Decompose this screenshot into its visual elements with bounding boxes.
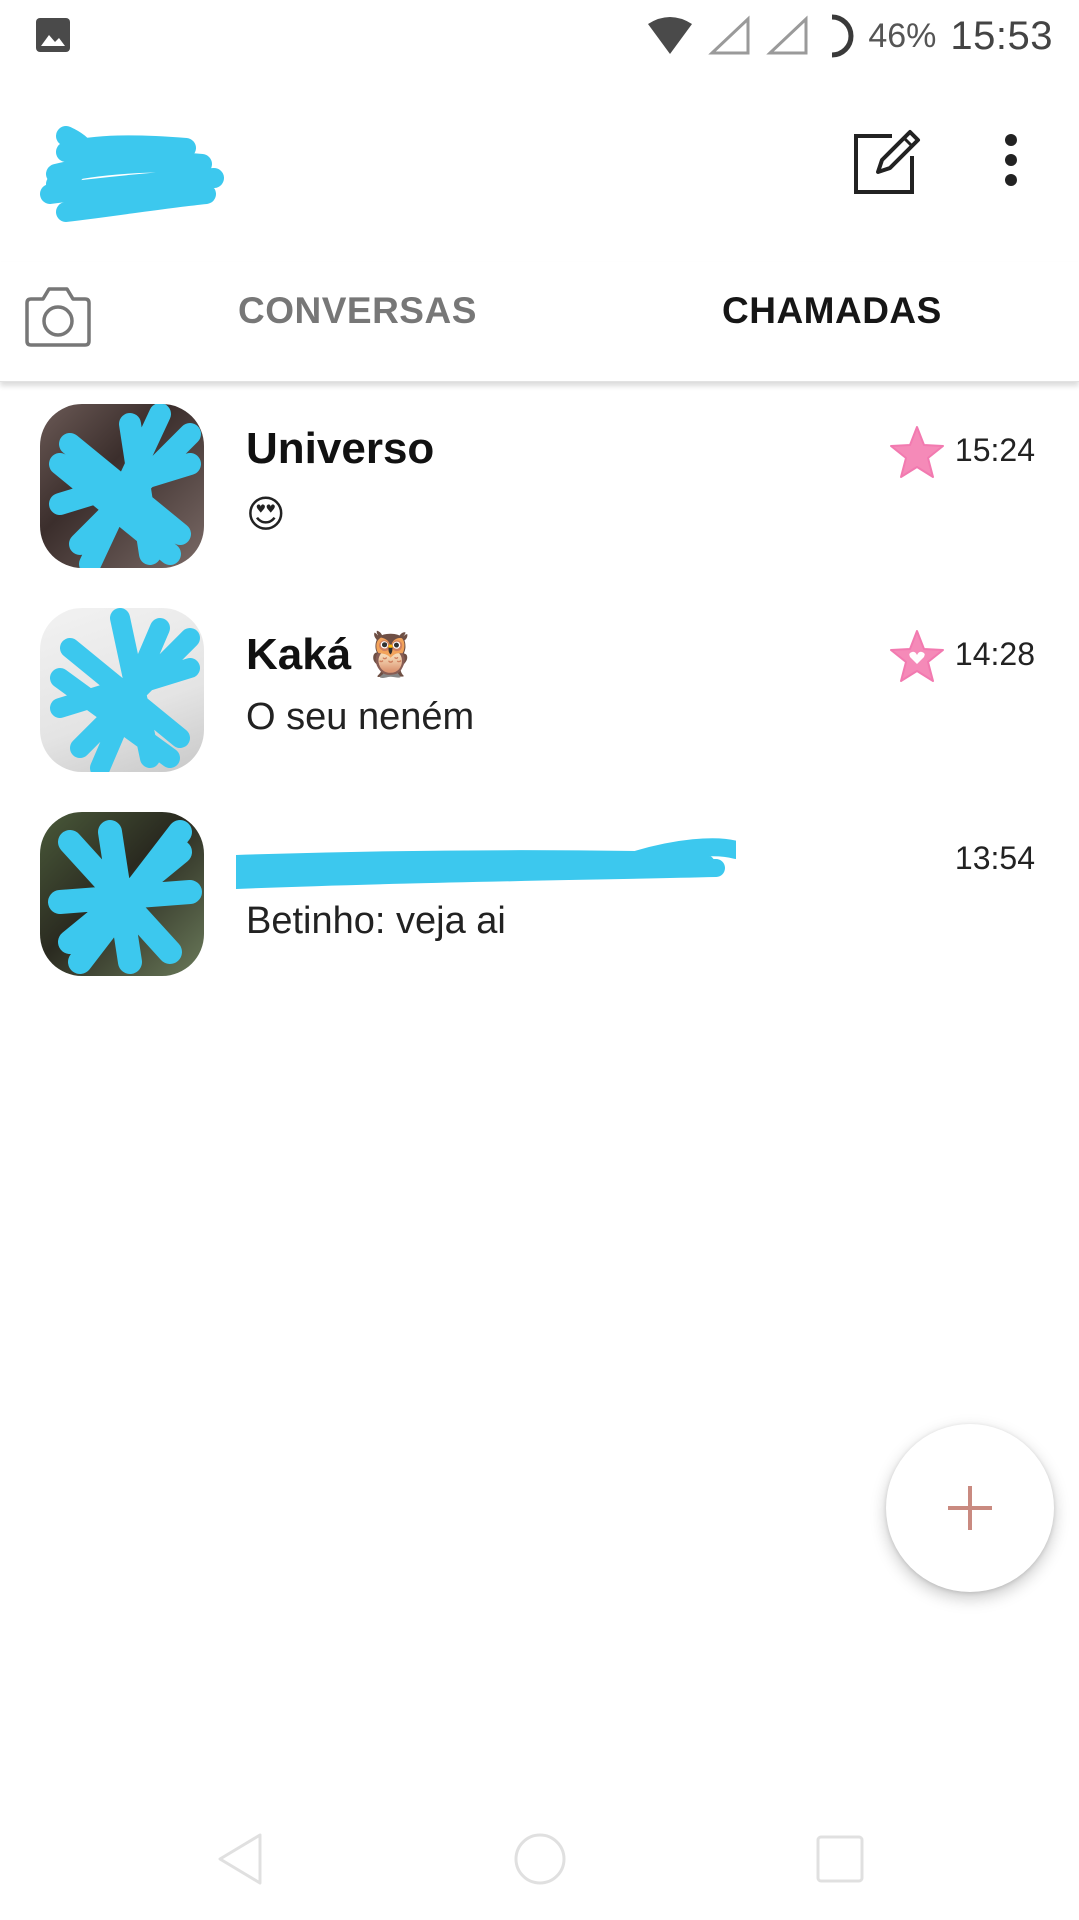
avatar	[40, 608, 204, 772]
signal-icon	[708, 15, 750, 55]
chat-name: Kaká 🦉	[246, 630, 419, 679]
avatar	[40, 404, 204, 568]
chat-time: 13:54	[954, 840, 1035, 876]
avatar-redaction	[48, 820, 202, 974]
star-icon	[890, 426, 944, 478]
name-redaction	[236, 838, 736, 889]
chat-item-kaka[interactable]: Kaká 🦉 O seu neném 14:28	[0, 608, 1079, 808]
home-button[interactable]	[500, 1824, 580, 1894]
recents-button[interactable]	[800, 1824, 880, 1894]
chat-time: 15:24	[954, 432, 1035, 468]
navigation-bar	[0, 1800, 1079, 1920]
app-title-redacted	[40, 126, 224, 222]
camera-icon	[25, 287, 91, 347]
status-clock: 15:53	[950, 13, 1053, 58]
star-heart-icon	[890, 630, 944, 682]
more-options-button[interactable]	[986, 120, 1036, 200]
back-button[interactable]	[200, 1824, 280, 1894]
chat-name-redacted	[236, 832, 746, 892]
chat-time: 14:28	[954, 636, 1035, 672]
tab-chamadas[interactable]: CHAMADAS	[722, 290, 942, 332]
chat-preview: 😍	[246, 494, 286, 536]
status-bar: 46% 15:53	[0, 0, 1079, 72]
battery-icon	[832, 14, 854, 58]
chat-preview: Betinho: veja ai	[246, 900, 506, 942]
avatar	[40, 812, 204, 976]
avatar-redaction	[50, 608, 200, 772]
camera-button[interactable]	[22, 282, 94, 350]
chat-preview: O seu neném	[246, 696, 475, 738]
back-icon	[218, 1833, 262, 1885]
tab-conversas[interactable]: CONVERSAS	[238, 290, 477, 332]
compose-button[interactable]	[846, 120, 926, 200]
new-chat-fab[interactable]	[886, 1424, 1054, 1592]
gallery-icon	[36, 18, 70, 52]
signal-icon	[766, 15, 808, 55]
chat-item-universo[interactable]: Universo 😍 15:24	[0, 404, 1079, 604]
home-icon	[514, 1833, 566, 1885]
wifi-icon	[648, 17, 693, 54]
compose-icon	[854, 130, 920, 194]
tab-bar: CONVERSAS CHAMADAS	[0, 262, 1079, 382]
recents-icon	[816, 1835, 864, 1883]
avatar-redaction	[49, 404, 201, 568]
battery-percent: 46%	[868, 16, 937, 55]
more-vert-icon	[1005, 134, 1017, 186]
chat-name: Universo	[246, 424, 435, 473]
chat-item-group[interactable]: Betinho: veja ai 13:54	[0, 812, 1079, 1012]
plus-icon	[948, 1486, 992, 1530]
app-bar	[0, 84, 1079, 234]
